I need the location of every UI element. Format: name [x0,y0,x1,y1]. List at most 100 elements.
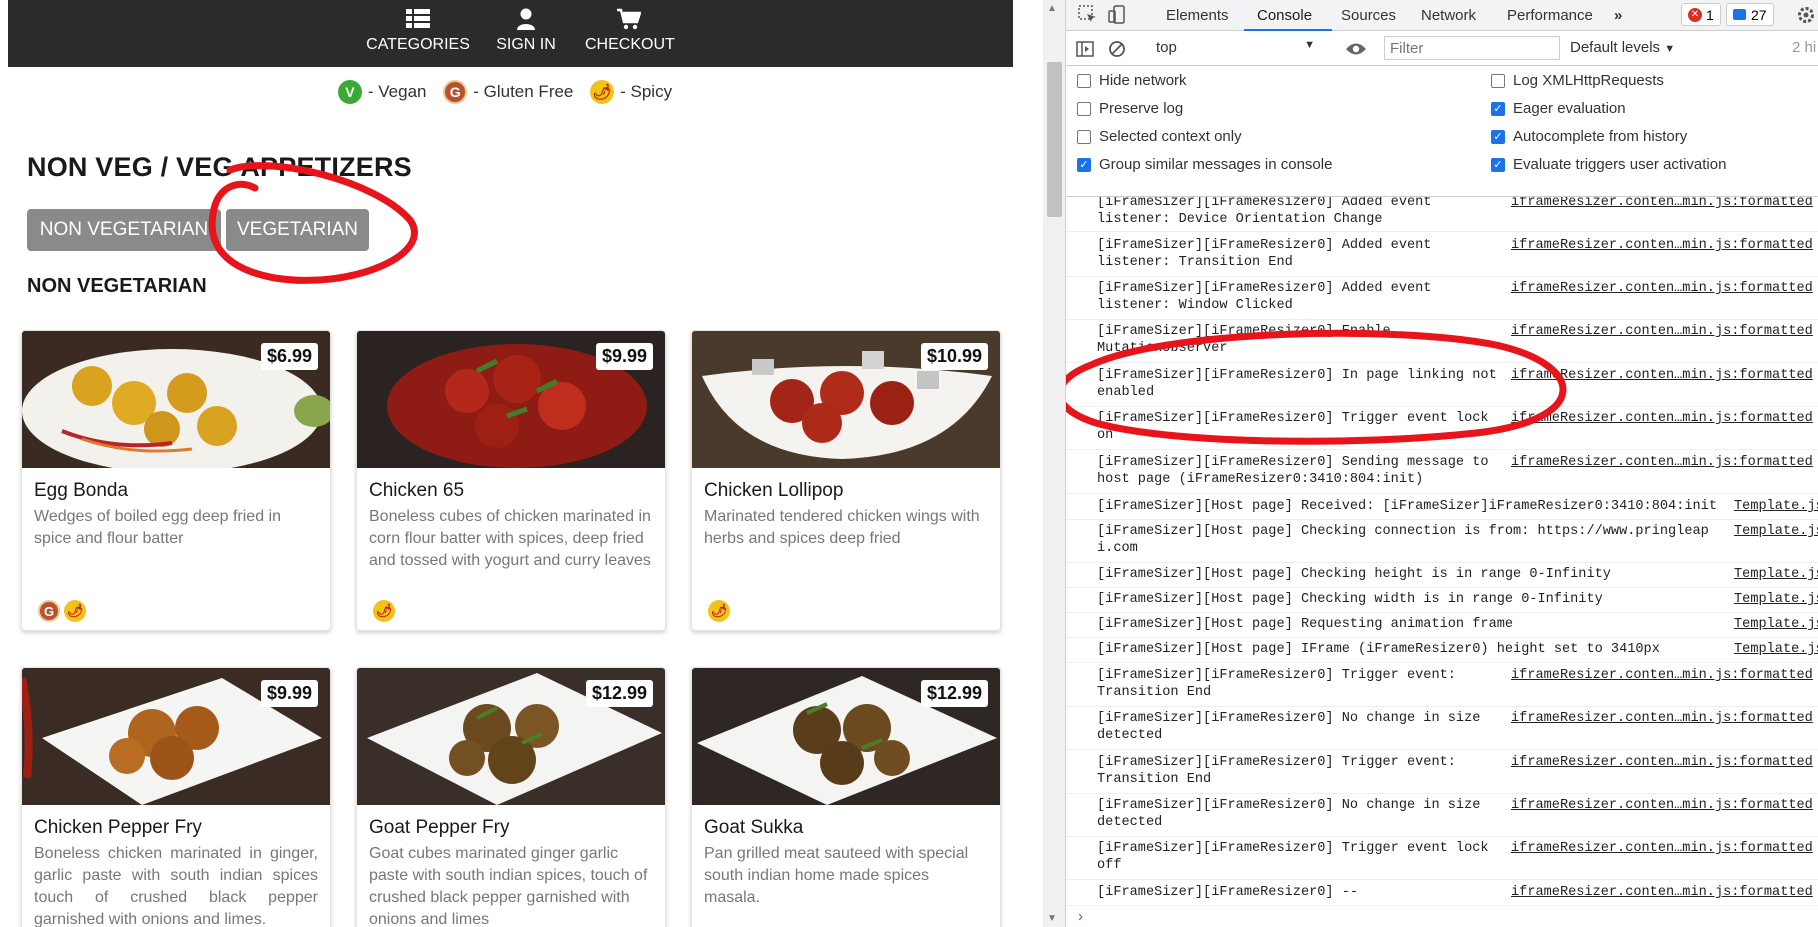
tab-console[interactable]: Console [1257,7,1312,24]
menu-card-chicken-pepper-fry[interactable]: $9.99 Chicken Pepper Fry Boneless chicke… [21,667,331,927]
source-link[interactable]: iframeResizer.conten…min.js:formatted [1511,280,1818,297]
console-message: [iFrameSizer][iFrameResizer0] Added even… [1066,197,1818,232]
console-message: [iFrameSizer][iFrameResizer0] Sending me… [1066,454,1818,494]
settings-gear-icon[interactable] [1796,5,1816,25]
console-log: [iFrameSizer][iFrameResizer0] Added even… [1066,197,1818,907]
item-name: Chicken Lollipop [704,480,844,501]
diet-legend: V - Vegan G - Gluten Free 🌶 - Spicy [0,80,1010,104]
food-photo: $10.99 [692,331,1000,468]
spicy-icon: 🌶 [64,600,86,622]
menu-card-egg-bonda[interactable]: $6.99 Egg Bonda Wedges of boiled egg dee… [21,330,331,631]
nav-categories[interactable]: CATEGORIES [363,8,473,54]
item-description: Wedges of boiled egg deep fried in spice… [34,508,281,547]
checkbox-checked[interactable]: ✓ [1491,101,1505,116]
live-expression-eye-icon[interactable] [1345,41,1367,57]
food-photo: $9.99 [22,668,330,805]
setting-evaluate-triggers[interactable]: ✓ Evaluate triggers user activation [1491,156,1726,173]
console-prompt-icon[interactable]: › [1078,908,1083,925]
error-count: 1 [1706,6,1714,23]
source-link[interactable]: iframeResizer.conten…min.js:formatted [1511,323,1818,340]
dropdown-arrow-icon: ▼ [1304,39,1315,51]
checkbox[interactable] [1077,129,1091,144]
tab-performance[interactable]: Performance [1507,7,1593,24]
source-link[interactable]: iframeResizer.conten…min.js:formatted [1511,667,1818,684]
menu-card-goat-pepper-fry[interactable]: $12.99 Goat Pepper Fry Goat cubes marina… [356,667,666,927]
console-filter-input[interactable] [1384,36,1560,60]
more-tabs-chevron-icon[interactable]: » [1614,7,1622,24]
clear-console-icon[interactable] [1108,40,1126,58]
nav-sign-in[interactable]: SIGN IN [491,8,561,54]
scrollbar-thumb[interactable] [1047,62,1062,217]
diet-icons: 🌶 [373,600,399,622]
scroll-up-arrow-icon[interactable]: ▲ [1047,3,1057,14]
source-link[interactable]: iframeResizer.conten…min.js:formatted [1511,410,1818,427]
source-link[interactable]: Template.js [1734,616,1818,633]
message-count-badge[interactable]: 27 [1726,3,1774,26]
setting-group-similar[interactable]: ✓ Group similar messages in console [1077,156,1332,173]
source-link[interactable]: iframeResizer.conten…min.js:formatted [1511,797,1818,814]
source-link[interactable]: Template.js [1734,523,1818,540]
legend-label: - Gluten Free [473,82,574,101]
console-message: [iFrameSizer][iFrameResizer0] No change … [1066,710,1818,750]
checkbox-checked[interactable]: ✓ [1491,129,1505,144]
error-icon: ✕ [1688,7,1702,22]
setting-eager-evaluation[interactable]: ✓ Eager evaluation [1491,100,1626,117]
source-link[interactable]: iframeResizer.conten…min.js:formatted [1511,884,1818,901]
price-tag: $9.99 [260,680,318,707]
console-message: [iFrameSizer][iFrameResizer0] -- iframeRe… [1066,884,1818,906]
source-link[interactable]: iframeResizer.conten…min.js:formatted [1511,197,1818,211]
console-message: [iFrameSizer][iFrameResizer0] No change … [1066,797,1818,837]
source-link[interactable]: Template.js [1734,591,1818,608]
page-scrollbar[interactable]: ▲ ▼ [1043,0,1065,927]
console-message: [iFrameSizer][Host page] Checking height… [1066,566,1818,588]
hidden-messages-hint: 2 hi [1792,39,1817,56]
device-toolbar-icon[interactable] [1108,5,1128,25]
log-levels-dropdown[interactable]: Default levels ▼ [1570,39,1675,56]
source-link[interactable]: iframeResizer.conten…min.js:formatted [1511,840,1818,857]
checkbox[interactable] [1077,73,1091,88]
setting-label: Evaluate triggers user activation [1513,156,1727,173]
setting-label: Preserve log [1099,100,1184,117]
setting-selected-context-only[interactable]: Selected context only [1077,128,1242,145]
console-message: [iFrameSizer][iFrameResizer0] Trigger ev… [1066,410,1818,450]
diet-icons: 🌶 [708,600,734,622]
source-link[interactable]: iframeResizer.conten…min.js:formatted [1511,367,1818,384]
log-levels-label: Default levels [1570,39,1661,56]
scroll-down-arrow-icon[interactable]: ▼ [1047,913,1057,924]
setting-hide-network[interactable]: Hide network [1077,72,1187,89]
source-link[interactable]: Template.js [1734,641,1818,658]
source-link[interactable]: iframeResizer.conten…min.js:formatted [1511,754,1818,771]
checkbox-checked[interactable]: ✓ [1491,157,1505,172]
source-link[interactable]: iframeResizer.conten…min.js:formatted [1511,454,1818,471]
item-name: Goat Sukka [704,817,804,838]
source-link[interactable]: iframeResizer.conten…min.js:formatted [1511,710,1818,727]
source-link[interactable]: Template.js [1734,498,1818,515]
console-message: [iFrameSizer][iFrameResizer0] Enable Mut… [1066,323,1818,363]
console-message: [iFrameSizer][iFrameResizer0] Trigger ev… [1066,754,1818,794]
nav-checkout[interactable]: CHECKOUT [585,8,675,54]
tab-non-vegetarian[interactable]: NON VEGETARIAN [27,209,221,251]
menu-card-chicken-lollipop[interactable]: $10.99 Chicken Lollipop Marinated tender… [691,330,1001,631]
tab-vegetarian[interactable]: VEGETARIAN [226,209,369,251]
inspect-element-icon[interactable] [1078,5,1098,25]
checkbox[interactable] [1077,101,1091,116]
error-count-badge[interactable]: ✕ 1 [1681,3,1721,26]
context-selector[interactable]: top ▼ [1156,39,1321,59]
setting-log-xhr[interactable]: Log XMLHttpRequests [1491,72,1664,89]
nav-label: CATEGORIES [366,36,470,53]
checkbox[interactable] [1491,73,1505,88]
menu-card-chicken-65[interactable]: $9.99 Chicken 65 Boneless cubes of chick… [356,330,666,631]
item-description: Goat cubes marinated ginger garlic paste… [369,845,648,927]
menu-card-goat-sukka[interactable]: $12.99 Goat Sukka Pan grilled meat saute… [691,667,1001,927]
tab-sources[interactable]: Sources [1341,7,1396,24]
legend-label: - Spicy [620,82,673,101]
active-tab-indicator [1244,29,1332,31]
source-link[interactable]: iframeResizer.conten…min.js:formatted [1511,237,1818,254]
checkbox-checked[interactable]: ✓ [1077,157,1091,172]
tab-elements[interactable]: Elements [1166,7,1229,24]
setting-autocomplete-history[interactable]: ✓ Autocomplete from history [1491,128,1687,145]
setting-preserve-log[interactable]: Preserve log [1077,100,1183,117]
source-link[interactable]: Template.js [1734,566,1818,583]
tab-network[interactable]: Network [1421,7,1476,24]
sidebar-toggle-icon[interactable] [1076,40,1094,58]
